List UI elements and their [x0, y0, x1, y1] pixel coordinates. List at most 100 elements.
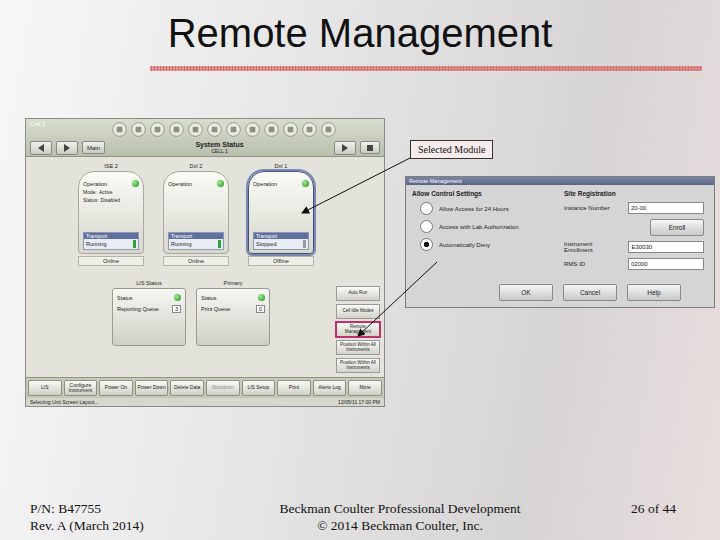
status-light-icon — [217, 180, 224, 187]
group-title: Allow Control Settings — [412, 190, 552, 197]
radio-button[interactable] — [420, 202, 433, 215]
transport-panel: TransportRunning — [168, 232, 224, 250]
toolbar-button[interactable]: Alerts Log — [313, 380, 347, 396]
right-column: Selected ModuleRemote ManagementAllow Co… — [405, 118, 715, 500]
status-line: Selecting Unit Screen Layout...12/05/11 … — [26, 398, 384, 406]
dialog-body: Allow Control Settings Allow Access for 2… — [406, 185, 714, 270]
radio-option[interactable]: Automatically Deny — [412, 238, 552, 251]
transport-title: Transport — [169, 233, 223, 239]
screen-title-main: System Status — [195, 141, 243, 149]
callout-label: Selected Module — [410, 140, 493, 159]
window-title: Cell 1 — [30, 119, 108, 127]
lis-status[interactable]: LIS StatusStatusReporting Queue3 — [112, 280, 186, 346]
transport-panel: TransportStopped — [253, 232, 309, 250]
operation-row: Operation — [168, 180, 224, 187]
transport-indicator — [133, 240, 136, 248]
back-button[interactable] — [30, 141, 52, 155]
side-button[interactable]: Remote Management — [336, 322, 380, 337]
search-icon[interactable] — [283, 122, 298, 137]
module-status: Online — [163, 256, 229, 266]
mail-icon[interactable] — [264, 122, 279, 137]
stop-button[interactable] — [360, 141, 380, 154]
unit-title: Primary — [224, 280, 243, 286]
dialog-title: Remote Management — [406, 177, 714, 185]
stop-icon[interactable] — [365, 143, 375, 153]
forward-button[interactable] — [56, 141, 78, 155]
queue-count: 3 — [172, 305, 181, 313]
flask-icon[interactable] — [188, 122, 203, 137]
module-card[interactable]: Operation TransportRunning — [163, 171, 229, 254]
radio-button[interactable] — [420, 238, 433, 251]
unit-box: StatusPrint Queue0 — [196, 288, 270, 346]
help-icon[interactable] — [226, 122, 241, 137]
transport-state: Running — [84, 239, 138, 249]
remote-management-dialog: Remote ManagementAllow Control SettingsA… — [405, 176, 715, 308]
side-button[interactable]: Position Within All Instruments — [336, 340, 380, 355]
forward-arrow-icon[interactable] — [339, 142, 351, 154]
queue-count: 0 — [256, 305, 265, 313]
module-detail: Status:Disabled — [83, 197, 139, 203]
printer-status[interactable]: Primary StatusPrint Queue0 — [196, 280, 270, 346]
dialog-button[interactable]: OK — [499, 284, 553, 301]
toolbar-button[interactable]: LIS Setup — [242, 380, 276, 396]
module-card[interactable]: OperationMode:ActiveStatus:DisabledTrans… — [78, 171, 144, 254]
unit-queue-row: Print Queue0 — [201, 305, 265, 313]
module-status: Offline — [248, 256, 314, 266]
hour-icon[interactable] — [207, 122, 222, 137]
module[interactable]: ISE 2OperationMode:ActiveStatus:Disabled… — [78, 163, 144, 266]
forward-arrow-icon[interactable] — [61, 142, 73, 154]
slide: Remote Management Cell 1 Main System Status… — [0, 0, 720, 540]
callout-arrows-icon — [0, 0, 720, 540]
module-name: DxI 2 — [163, 163, 229, 169]
instance-field[interactable]: 20-00 — [628, 202, 704, 214]
side-button[interactable]: Cell Idle Modes — [336, 304, 380, 319]
print-icon[interactable] — [321, 122, 336, 137]
lock-icon[interactable] — [302, 122, 317, 137]
back-arrow-icon[interactable] — [35, 142, 47, 154]
rack-icon[interactable] — [131, 122, 146, 137]
main-button[interactable]: Main — [82, 141, 105, 154]
radio-button[interactable] — [420, 220, 433, 233]
side-buttons: Auto Run Cell Idle Modes Remote Management… — [336, 163, 380, 373]
play-button[interactable] — [334, 141, 356, 155]
toolbar-button[interactable]: Delete Data — [170, 380, 204, 396]
toolbar-button[interactable]: Power On — [99, 380, 133, 396]
grid-icon[interactable] — [169, 122, 184, 137]
module-detail: Mode:Active — [83, 189, 139, 195]
dialog-button[interactable]: Cancel — [563, 284, 617, 301]
module[interactable]: DxI 1OperationTransportStoppedOffline — [248, 163, 314, 266]
toolbar-button[interactable]: Print — [277, 380, 311, 396]
cell-label: CELL 1 — [211, 149, 228, 155]
field-row: Instrument EnrollmentE30030 — [564, 241, 704, 253]
modules-area: ISE 2OperationMode:ActiveStatus:Disabled… — [78, 163, 332, 373]
radio-option[interactable]: Allow Access for 24 Hours — [412, 202, 552, 215]
modules-row: ISE 2OperationMode:ActiveStatus:Disabled… — [78, 163, 332, 266]
toolbar-button[interactable]: LIS — [28, 380, 62, 396]
footer-left: P/N: B47755Rev. A (March 2014) — [30, 500, 230, 534]
operation-row: Operation — [253, 180, 309, 187]
unit-status-row: Status — [117, 294, 181, 301]
side-button[interactable]: Auto Run — [336, 286, 380, 301]
gear-icon[interactable] — [245, 122, 260, 137]
transport-state: Stopped — [254, 239, 308, 249]
dialog-buttons: OK Cancel Help — [406, 284, 714, 307]
radio-option[interactable]: Access with Lab Authorization — [412, 220, 552, 233]
slide-header: Remote Management — [0, 0, 720, 72]
toolbar-button[interactable]: Power Down — [135, 380, 169, 396]
enroll-button[interactable]: Enroll — [650, 219, 704, 236]
icon-row — [112, 122, 336, 137]
toolbar-button[interactable]: Shutdown — [206, 380, 240, 396]
toolbar-button[interactable]: Configure Instrument — [64, 380, 98, 396]
cell-icon[interactable] — [112, 122, 127, 137]
unit-title: LIS Status — [136, 280, 161, 286]
slide-footer: P/N: B47755Rev. A (March 2014)Beckman Co… — [0, 500, 720, 540]
status-light-icon — [258, 294, 265, 301]
top-bar: Cell 1 Main System StatusCELL 1 — [26, 119, 384, 157]
module-card[interactable]: Operation TransportStopped — [248, 171, 314, 254]
toolbar-button[interactable]: More — [348, 380, 382, 396]
module[interactable]: DxI 2 Operation TransportRunning Online — [163, 163, 229, 266]
dialog-button[interactable]: Help — [627, 284, 681, 301]
status-light-icon — [302, 180, 309, 187]
doc-icon[interactable] — [150, 122, 165, 137]
side-button[interactable]: Position Within All Instruments — [336, 358, 380, 373]
